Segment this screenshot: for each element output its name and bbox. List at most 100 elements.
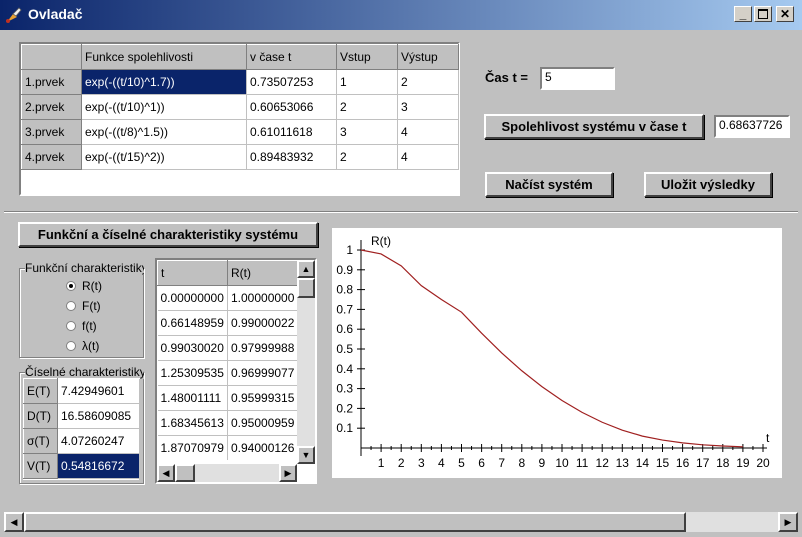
y-tick-label: 0.2 — [336, 401, 353, 415]
header-cell[interactable]: R(t) — [227, 260, 297, 286]
x-tick-label: 12 — [596, 456, 610, 470]
table-row[interactable]: 3.prvek exp(-((t/8)^1.5)) 0.61011618 3 4 — [21, 119, 459, 145]
header-cell[interactable]: Vstup — [336, 44, 398, 70]
input-cell[interactable]: 3 — [336, 119, 398, 145]
app-icon — [4, 5, 24, 25]
title-bar: Ovladač _ ✕ — [0, 0, 802, 30]
y-tick-label: 0.1 — [336, 421, 353, 435]
values-hscrollbar[interactable]: ◀ ▶ — [157, 464, 297, 482]
row-name: 2.prvek — [21, 94, 82, 120]
header-cell[interactable]: t — [157, 260, 228, 286]
r-cell[interactable]: 0.97999988 — [227, 335, 297, 361]
values-vscrollbar[interactable]: ▲ ▼ — [297, 260, 315, 464]
table-row[interactable]: 1.25309535 0.96999077 — [157, 360, 297, 386]
output-cell[interactable]: 2 — [397, 69, 459, 95]
values-table[interactable]: t R(t) 0.00000000 1.00000000 0.66148959 0.… — [155, 258, 317, 484]
t-cell[interactable]: 1.68345613 — [157, 410, 228, 436]
load-system-button[interactable]: Načíst systém — [485, 172, 613, 197]
save-results-button[interactable]: Uložit výsledky — [644, 172, 772, 197]
table-row[interactable]: σ(T) 4.07260247 — [23, 428, 140, 454]
r-cell[interactable]: 0.94000126 — [227, 435, 297, 460]
table-row[interactable]: D(T) 16.58609085 — [23, 403, 140, 429]
r-cell[interactable]: 0.95999315 — [227, 385, 297, 411]
function-cell[interactable]: exp(-((t/10)^1)) — [81, 94, 247, 120]
numeric-table[interactable]: E(T) 7.42949601 D(T) 16.58609085 σ(T) 4.072… — [23, 378, 140, 480]
t-cell[interactable]: 0.00000000 — [157, 285, 228, 311]
t-cell[interactable]: 0.99030020 — [157, 335, 228, 361]
value-cell[interactable]: 0.54816672 — [57, 453, 140, 479]
table-row[interactable]: 1.68345613 0.95000959 — [157, 410, 297, 436]
r-cell[interactable]: 0.99000022 — [227, 310, 297, 336]
r-cell[interactable]: 0.96999077 — [227, 360, 297, 386]
table-row[interactable]: 1.prvek exp(-((t/10)^1.7)) 0.73507253 1 … — [21, 69, 459, 95]
minimize-icon: _ — [739, 7, 747, 21]
value-cell[interactable]: 0.61011618 — [246, 119, 337, 145]
value-cell[interactable]: 0.60653066 — [246, 94, 337, 120]
value-cell[interactable]: 0.89483932 — [246, 144, 337, 170]
table-row[interactable]: V(T) 0.54816672 — [23, 453, 140, 479]
output-cell[interactable]: 4 — [397, 144, 459, 170]
reliability-chart: 1 2 3 4 5 6 7 8 9 10 11 12 13 14 15 16 17 18 19 20 0.1 0.2 0.3… — [332, 228, 782, 478]
scroll-right-button[interactable]: ▶ — [279, 464, 297, 482]
t-cell[interactable]: 1.87070979 — [157, 435, 228, 460]
value-cell[interactable]: 7.42949601 — [57, 378, 140, 404]
table-row[interactable]: 1.87070979 0.94000126 — [157, 435, 297, 460]
table-row[interactable]: 0.00000000 1.00000000 — [157, 285, 297, 311]
r-cell[interactable]: 1.00000000 — [227, 285, 297, 311]
value-cell[interactable]: 16.58609085 — [57, 403, 140, 429]
header-cell[interactable]: Funkce spolehlivosti — [81, 44, 247, 70]
table-row[interactable]: 1.48001111 0.95999315 — [157, 385, 297, 411]
window-scroll-right-button[interactable]: ▶ — [778, 512, 798, 532]
table-row[interactable]: E(T) 7.42949601 — [23, 378, 140, 404]
table-row[interactable]: 0.99030020 0.97999988 — [157, 335, 297, 361]
scroll-down-button[interactable]: ▼ — [297, 446, 315, 464]
reliability-button[interactable]: Spolehlivost systému v čase t — [484, 114, 704, 139]
reliability-curve — [360, 249, 743, 448]
window-scroll-thumb[interactable] — [24, 512, 686, 532]
elements-table[interactable]: Funkce spolehlivosti v čase t Vstup Výst… — [19, 42, 460, 196]
arrow-right-icon: ▶ — [784, 516, 792, 527]
x-tick-label: 1 — [378, 456, 385, 470]
r-cell[interactable]: 0.95000959 — [227, 410, 297, 436]
radio-lambda[interactable]: λ(t) — [66, 339, 99, 353]
y-tick-label: 1 — [346, 243, 353, 257]
header-cell[interactable]: v čase t — [246, 44, 337, 70]
input-cell[interactable]: 2 — [336, 94, 398, 120]
maximize-button[interactable] — [754, 6, 772, 22]
output-cell[interactable]: 4 — [397, 119, 459, 145]
arrow-down-icon: ▼ — [301, 450, 311, 460]
output-cell[interactable]: 3 — [397, 94, 459, 120]
window-hscrollbar[interactable]: ◀ ▶ — [4, 512, 798, 532]
function-cell[interactable]: exp(-((t/8)^1.5)) — [81, 119, 247, 145]
radio-f[interactable]: F(t) — [66, 299, 101, 313]
window-scroll-left-button[interactable]: ◀ — [4, 512, 24, 532]
table-row[interactable]: 2.prvek exp(-((t/10)^1)) 0.60653066 2 3 — [21, 94, 459, 120]
table-row[interactable]: 4.prvek exp(-((t/15)^2)) 0.89483932 2 4 — [21, 144, 459, 170]
close-button[interactable]: ✕ — [776, 6, 794, 22]
arrow-left-icon: ◀ — [162, 467, 170, 478]
input-cell[interactable]: 1 — [336, 69, 398, 95]
function-cell[interactable]: exp(-((t/10)^1.7)) — [81, 69, 247, 95]
characteristics-button[interactable]: Funkční a číselné charakteristiky systém… — [18, 222, 318, 247]
radio-density[interactable]: f(t) — [66, 319, 97, 333]
scroll-up-button[interactable]: ▲ — [297, 260, 315, 278]
table-row[interactable]: 0.66148959 0.99000022 — [157, 310, 297, 336]
time-input[interactable]: 5 — [540, 67, 615, 90]
radio-r[interactable]: R(t) — [66, 279, 102, 293]
function-cell[interactable]: exp(-((t/15)^2)) — [81, 144, 247, 170]
value-cell[interactable]: 4.07260247 — [57, 428, 140, 454]
hscroll-thumb[interactable] — [175, 464, 195, 482]
minimize-button[interactable]: _ — [734, 6, 752, 22]
scroll-left-button[interactable]: ◀ — [157, 464, 175, 482]
t-cell[interactable]: 1.25309535 — [157, 360, 228, 386]
x-tick-label: 2 — [398, 456, 405, 470]
reliability-output[interactable]: 0.68637726 — [714, 115, 790, 138]
t-cell[interactable]: 0.66148959 — [157, 310, 228, 336]
scroll-thumb[interactable] — [297, 278, 315, 298]
arrow-right-icon: ▶ — [284, 467, 292, 478]
input-cell[interactable]: 2 — [336, 144, 398, 170]
t-cell[interactable]: 1.48001111 — [157, 385, 228, 411]
functional-group-label: Funkční charakteristiky — [25, 261, 144, 275]
value-cell[interactable]: 0.73507253 — [246, 69, 337, 95]
header-cell[interactable]: Výstup — [397, 44, 459, 70]
